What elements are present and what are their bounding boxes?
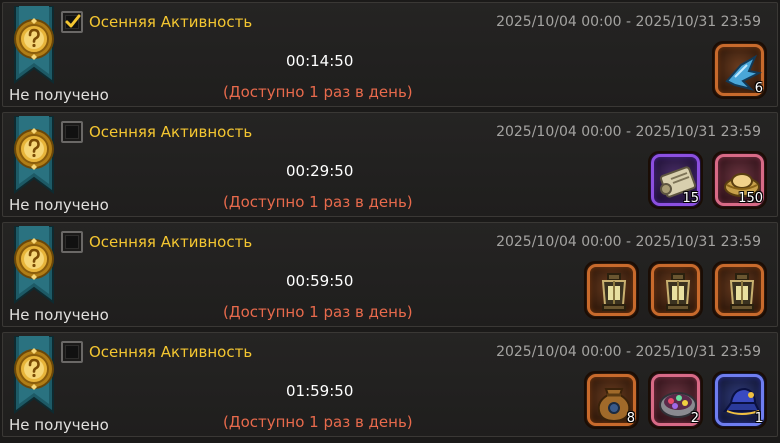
quest-checkbox[interactable] (61, 341, 83, 363)
lantern-icon (601, 273, 627, 311)
reward-item[interactable] (712, 261, 767, 319)
quest-dates: 2025/10/04 00:00 - 2025/10/31 23:59 (496, 14, 761, 30)
quest-row[interactable]: Осенняя Активность 2025/10/04 00:00 - 20… (2, 332, 778, 437)
reward-count: 1 (754, 411, 763, 426)
quest-status: Не получено (9, 196, 109, 214)
quest-row[interactable]: Осенняя Активность 2025/10/04 00:00 - 20… (2, 2, 778, 107)
quest-row[interactable]: Осенняя Активность 2025/10/04 00:00 - 20… (2, 112, 778, 217)
quest-banner-icon (14, 116, 54, 194)
quest-status: Не получено (9, 306, 109, 324)
quest-title: Осенняя Активность (89, 343, 253, 361)
reward-count: 15 (682, 191, 699, 206)
quest-status: Не получено (9, 86, 109, 104)
reward-list: 15 150 (648, 151, 767, 209)
reward-item[interactable]: 8 (584, 371, 639, 429)
quest-timer: 00:29:50 (286, 162, 354, 180)
quest-checkbox[interactable] (61, 11, 83, 33)
quest-banner-icon (14, 6, 54, 84)
quest-limit-note: (Доступно 1 раз в день) (223, 303, 413, 321)
quest-status: Не получено (9, 416, 109, 434)
quest-title: Осенняя Активность (89, 123, 253, 141)
reward-count: 2 (690, 411, 699, 426)
reward-item[interactable]: 2 (648, 371, 703, 429)
quest-title: Осенняя Активность (89, 13, 253, 31)
reward-list: 6 (712, 41, 767, 99)
reward-count: 8 (626, 411, 635, 426)
reward-list (584, 261, 767, 319)
lantern-icon (665, 273, 691, 311)
quest-dates: 2025/10/04 00:00 - 2025/10/31 23:59 (496, 344, 761, 360)
quest-dates: 2025/10/04 00:00 - 2025/10/31 23:59 (496, 124, 761, 140)
quest-checkbox[interactable] (61, 121, 83, 143)
quest-limit-note: (Доступно 1 раз в день) (223, 413, 413, 431)
quest-timer: 01:59:50 (286, 382, 354, 400)
reward-item[interactable] (648, 261, 703, 319)
reward-item[interactable]: 15 (648, 151, 703, 209)
lantern-icon (729, 273, 755, 311)
quest-timer: 00:14:50 (286, 52, 354, 70)
reward-count: 6 (754, 81, 763, 96)
quest-checkbox[interactable] (61, 231, 83, 253)
quest-timer: 00:59:50 (286, 272, 354, 290)
reward-count: 150 (738, 191, 763, 206)
quest-title: Осенняя Активность (89, 233, 253, 251)
quest-banner-icon (14, 226, 54, 304)
reward-item[interactable]: 1 (712, 371, 767, 429)
reward-item[interactable]: 6 (712, 41, 767, 99)
quest-row[interactable]: Осенняя Активность 2025/10/04 00:00 - 20… (2, 222, 778, 327)
quest-dates: 2025/10/04 00:00 - 2025/10/31 23:59 (496, 234, 761, 250)
reward-item[interactable] (584, 261, 639, 319)
reward-list: 8 2 1 (584, 371, 767, 429)
quest-limit-note: (Доступно 1 раз в день) (223, 193, 413, 211)
quest-banner-icon (14, 336, 54, 414)
reward-item[interactable]: 150 (712, 151, 767, 209)
quest-limit-note: (Доступно 1 раз в день) (223, 83, 413, 101)
